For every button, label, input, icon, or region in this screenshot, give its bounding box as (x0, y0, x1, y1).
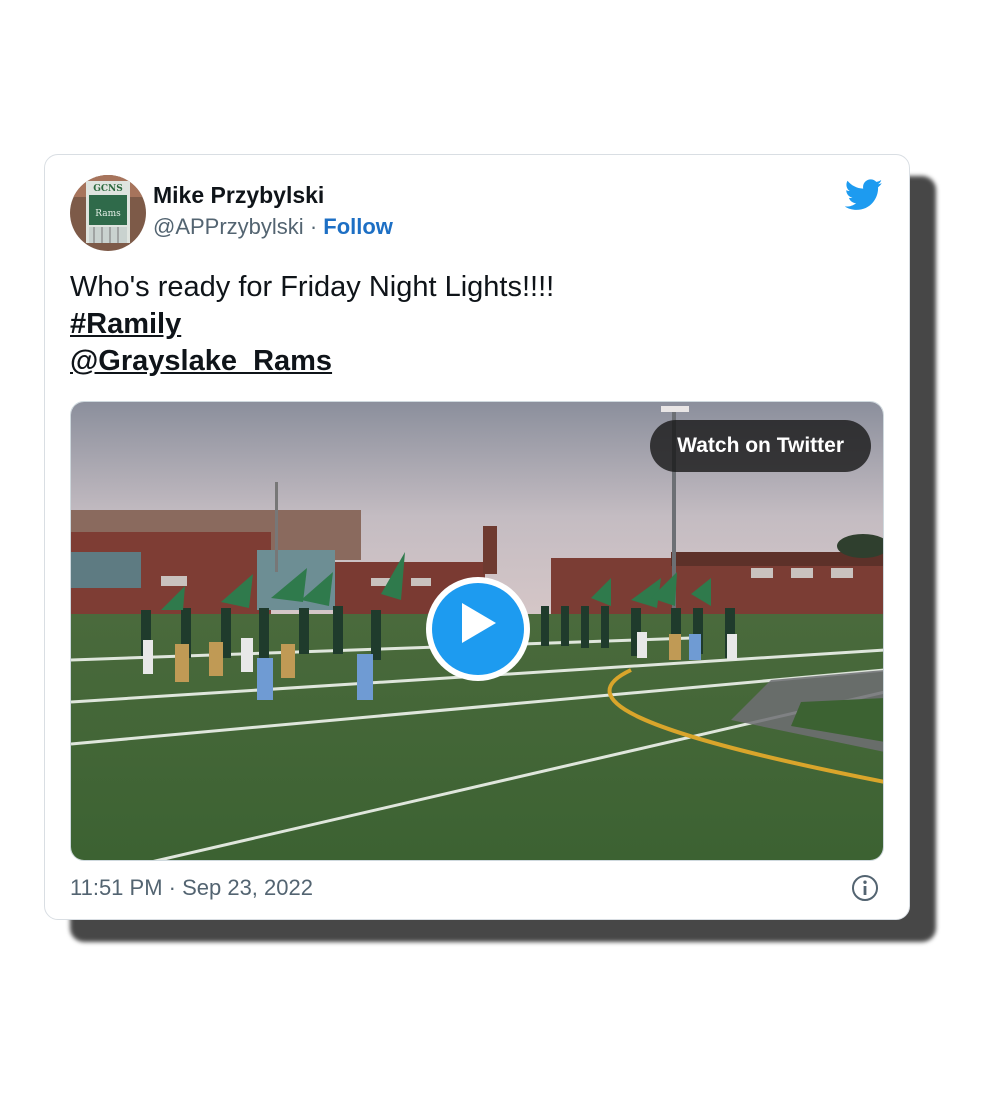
avatar-logo-text: Rams (95, 209, 121, 219)
avatar-sign-text: GCNS (93, 184, 123, 194)
hashtag-link[interactable]: #Ramily (70, 306, 554, 343)
author-handle[interactable]: @APPrzybylski (153, 214, 304, 239)
play-button[interactable] (426, 577, 530, 681)
avatar[interactable]: GCNS Rams (70, 175, 146, 251)
handle-separator: · (303, 214, 324, 239)
author-handle-row: @APPrzybylski · Follow (153, 214, 393, 240)
tweet-timestamp[interactable]: 11:51 PM · Sep 23, 2022 (70, 875, 313, 901)
info-icon[interactable] (851, 874, 879, 902)
follow-link[interactable]: Follow (323, 214, 393, 239)
watch-on-twitter-button[interactable]: Watch on Twitter (650, 420, 871, 472)
video-player[interactable]: Watch on Twitter (70, 401, 884, 861)
play-icon (462, 603, 496, 643)
mention-link[interactable]: @Grayslake_Rams (70, 343, 554, 380)
tweet-text: Who's ready for Friday Night Lights!!!! (70, 271, 555, 303)
tweet-embed-card: GCNS Rams Mike Przybylski @APPrzybylski … (44, 154, 910, 920)
twitter-bird-icon[interactable] (845, 179, 883, 211)
tweet-text-block: Who's ready for Friday Night Lights!!!! … (70, 269, 554, 380)
author-name[interactable]: Mike Przybylski (153, 182, 324, 209)
